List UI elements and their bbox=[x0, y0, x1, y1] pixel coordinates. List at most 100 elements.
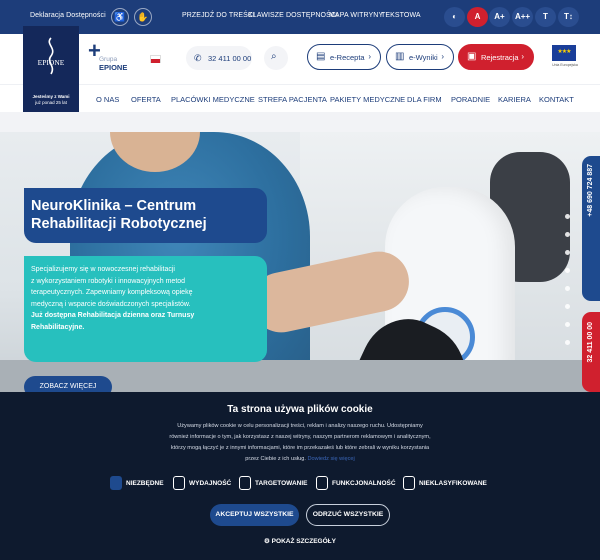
erecepta-button[interactable]: ▤ e-Recepta › bbox=[307, 44, 381, 70]
hero-desc-line: medyczną i wsparcie doświadczonych specj… bbox=[31, 300, 191, 308]
cookie-body: Używamy plików cookie w celu personaliza… bbox=[150, 421, 450, 465]
cookie-body-line: również informacje o tym, jak korzystasz… bbox=[169, 434, 431, 440]
skip-to-content-link[interactable]: PRZEJDŹ DO TREŚCI bbox=[182, 12, 255, 19]
hero-description: Specjalizujemy się w nowoczesnej rehabil… bbox=[24, 256, 267, 362]
nav-item-pakiety[interactable]: PAKIETY MEDYCZNE bbox=[330, 95, 405, 104]
checkbox-icon bbox=[173, 476, 185, 490]
phone-icon: ✆ bbox=[194, 53, 202, 63]
sign-language-icon[interactable]: ✋ bbox=[134, 8, 152, 26]
cookie-learn-more-link[interactable]: Dowiedz się więcej bbox=[307, 456, 354, 462]
side-phone-english[interactable]: +48 690 724 887 bbox=[582, 156, 600, 301]
high-contrast-button[interactable]: A bbox=[467, 7, 488, 27]
side-phone-english-number: +48 690 724 887 bbox=[587, 164, 594, 217]
cookie-option-unclassified[interactable]: NIEKLASYFIKOWANE bbox=[403, 476, 495, 490]
side-phone-polish-number: 32 411 00 00 bbox=[587, 322, 594, 363]
slider-dot[interactable] bbox=[565, 340, 570, 345]
cookie-option-label: NIEKLASYFIKOWANE bbox=[419, 480, 487, 487]
cookie-consent-panel: Ta strona używa plików cookie Używamy pl… bbox=[0, 392, 600, 560]
ewyniki-button[interactable]: ▥ e-Wyniki › bbox=[386, 44, 454, 70]
checkbox-icon bbox=[239, 476, 251, 490]
accessibility-bar: Deklaracja Dostępności ♿ ✋ PRZEJDŹ DO TR… bbox=[0, 0, 600, 34]
chevron-right-icon: › bbox=[441, 52, 444, 61]
nav-item-kariera[interactable]: KARIERA bbox=[498, 95, 531, 104]
polish-flag-icon[interactable] bbox=[150, 55, 161, 63]
rejestracja-button[interactable]: ▣ Rejestracja › bbox=[458, 44, 534, 70]
cookie-option-label: NIEZBĘDNE bbox=[126, 480, 164, 487]
cookie-option-label: FUNKCJONALNOŚĆ bbox=[332, 480, 396, 487]
nav-item-o-nas[interactable]: O NAS bbox=[96, 95, 119, 104]
chevron-right-icon: › bbox=[521, 52, 524, 61]
cookie-option-functionality[interactable]: FUNKCJONALNOŚĆ bbox=[316, 476, 398, 490]
hero-desc-highlight: Już dostępna Rehabilitacja dzienna oraz … bbox=[31, 312, 195, 319]
svg-text:EPIONE: EPIONE bbox=[38, 58, 65, 67]
hero-desc-highlight: Rehabilitacyjne. bbox=[31, 323, 85, 331]
slider-dot[interactable] bbox=[565, 232, 570, 237]
slider-dot[interactable] bbox=[565, 214, 570, 219]
logo-tagline-1: Jesteśmy z Wami bbox=[32, 94, 70, 99]
chevron-right-icon: › bbox=[368, 52, 371, 61]
text-version-link[interactable]: TEKSTOWA bbox=[381, 12, 421, 19]
rejestracja-label: Rejestracja bbox=[481, 53, 519, 62]
slider-dot[interactable] bbox=[565, 268, 570, 273]
slider-dot[interactable] bbox=[565, 322, 570, 327]
font-largest-button[interactable]: A++ bbox=[512, 7, 533, 27]
reject-all-button[interactable]: ODRZUĆ WSZYSTKIE bbox=[306, 504, 390, 526]
checkbox-icon bbox=[316, 476, 328, 490]
side-phone-polish[interactable]: 32 411 00 00 bbox=[582, 312, 600, 392]
calendar-icon: ▣ bbox=[467, 51, 477, 62]
grupa-name: EPIONE bbox=[99, 63, 128, 72]
sitemap-link[interactable]: MAPA WITRYNY bbox=[329, 12, 383, 19]
cookie-body-line: przez Ciebie z ich usług. bbox=[245, 456, 306, 462]
show-details-button[interactable]: ⚙ POKAŻ SZCZEGÓŁY bbox=[0, 537, 600, 545]
epione-logo-mark-icon: EPIONE bbox=[38, 37, 65, 75]
slider-dot[interactable] bbox=[565, 304, 570, 309]
slider-dot[interactable] bbox=[565, 250, 570, 255]
nav-item-strefa-pacjenta[interactable]: STREFA PACJENTA bbox=[258, 95, 327, 104]
hero-title-line-1: NeuroKlinika – Centrum bbox=[31, 198, 197, 214]
accept-all-button[interactable]: AKCEPTUJ WSZYSTKIE bbox=[210, 504, 299, 526]
cookie-option-targeting[interactable]: TARGETOWANIE bbox=[239, 476, 311, 490]
eu-flag-icon: ★★★ bbox=[552, 45, 576, 61]
nav-item-poradnie[interactable]: PORADNIE bbox=[451, 95, 490, 104]
header-phone[interactable]: ✆ 32 411 00 00 bbox=[186, 46, 252, 70]
nav-item-kontakt[interactable]: KONTAKT bbox=[539, 95, 574, 104]
contrast-toggle-icon[interactable]: ◐ bbox=[444, 7, 465, 27]
cookie-body-line: którzy mogą łączyć je z innymi informacj… bbox=[170, 445, 430, 451]
hero-title: NeuroKlinika – Centrum Rehabilitacji Rob… bbox=[24, 188, 267, 243]
accessibility-keys-link[interactable]: KLAWISZE DOSTĘPNOŚCI bbox=[248, 12, 338, 19]
accessibility-statement-link[interactable]: Deklaracja Dostępności bbox=[30, 12, 106, 19]
cookie-option-performance[interactable]: WYDAJNOŚĆ bbox=[173, 476, 237, 490]
cookie-option-label: TARGETOWANIE bbox=[255, 480, 308, 487]
slider-dots bbox=[565, 214, 571, 358]
grupa-epione-logo[interactable]: + Grupa EPIONE bbox=[88, 40, 148, 73]
hero-desc-line: terapeutycznych. Zapewniamy kompleksową … bbox=[31, 289, 193, 296]
site-header: + Grupa EPIONE ✆ 32 411 00 00 ⌕ ▤ e-Rece… bbox=[0, 34, 600, 84]
cookie-option-necessary[interactable]: NIEZBĘDNE bbox=[110, 476, 170, 490]
hero-title-line-2: Rehabilitacji Robotycznej bbox=[31, 216, 207, 232]
hero-desc-line: Specjalizujemy się w nowoczesnej rehabil… bbox=[31, 266, 175, 273]
erecepta-label: e-Recepta bbox=[330, 53, 365, 62]
checkbox-icon bbox=[403, 476, 415, 490]
cookie-title: Ta strona używa plików cookie bbox=[227, 404, 373, 415]
wheelchair-icon[interactable]: ♿ bbox=[111, 8, 129, 26]
hero-desc-line: z wykorzystaniem robotyki i innowacyjnyc… bbox=[31, 277, 186, 285]
nav-item-placowki[interactable]: PLACÓWKI MEDYCZNE bbox=[171, 95, 255, 104]
search-button[interactable]: ⌕ bbox=[264, 46, 288, 70]
grupa-label: Grupa bbox=[99, 56, 118, 63]
eu-label: Unia Europejska bbox=[552, 63, 578, 67]
nav-item-dla-firm[interactable]: DLA FIRM bbox=[407, 95, 442, 104]
prescription-icon: ▤ bbox=[316, 51, 326, 62]
header-phone-number: 32 411 00 00 bbox=[208, 54, 252, 63]
cookie-body-line: Używamy plików cookie w celu personaliza… bbox=[177, 423, 423, 429]
slider-dot[interactable] bbox=[565, 286, 570, 291]
show-details-label: POKAŻ SZCZEGÓŁY bbox=[271, 538, 336, 545]
letter-spacing-button[interactable]: T bbox=[535, 7, 556, 27]
cookie-option-label: WYDAJNOŚĆ bbox=[189, 480, 232, 487]
line-height-button[interactable]: T↕ bbox=[558, 7, 579, 27]
nav-item-oferta[interactable]: OFERTA bbox=[131, 95, 161, 104]
logo-tagline-2: już ponad 25 lat bbox=[35, 100, 67, 105]
epione-logo[interactable]: EPIONE Jesteśmy z Wami już ponad 25 lat bbox=[23, 26, 79, 112]
font-larger-button[interactable]: A+ bbox=[489, 7, 510, 27]
ewyniki-label: e-Wyniki bbox=[409, 53, 438, 62]
results-icon: ▥ bbox=[395, 51, 405, 62]
